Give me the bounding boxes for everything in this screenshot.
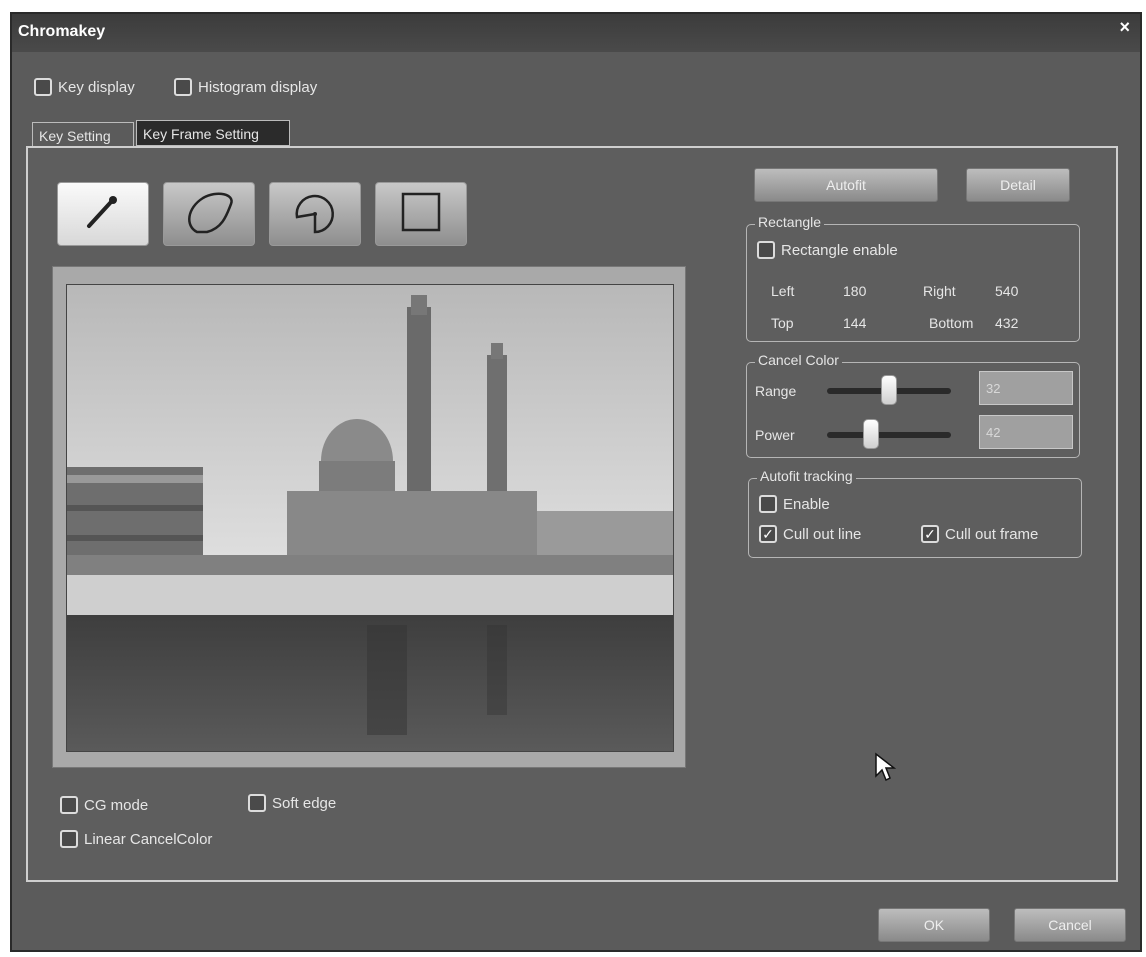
key-display-checkbox[interactable]: Key display: [34, 78, 135, 96]
rectangle-enable-box[interactable]: [757, 241, 775, 259]
linear-cancel-color-checkbox[interactable]: Linear CancelColor: [60, 830, 212, 848]
bottom-value: 432: [995, 315, 1019, 331]
freehand-region-tool-button[interactable]: [163, 182, 255, 246]
cull-out-line-box[interactable]: ✓: [759, 525, 777, 543]
cancel-color-title: Cancel Color: [755, 352, 842, 368]
tab-key-setting[interactable]: Key Setting: [32, 122, 134, 148]
linear-cancel-color-label: Linear CancelColor: [84, 830, 213, 848]
window-title: Chromakey: [18, 23, 106, 40]
linear-cancel-color-box[interactable]: [60, 830, 78, 848]
key-display-label: Key display: [58, 78, 135, 96]
rectangle-enable-label: Rectangle enable: [781, 241, 898, 259]
rectangle-enable-checkbox[interactable]: Rectangle enable: [757, 241, 898, 259]
soft-edge-box[interactable]: [248, 794, 266, 812]
range-value-field[interactable]: 32: [979, 371, 1073, 405]
rectangle-group: Rectangle Rectangle enable Left 180 Righ…: [746, 214, 1080, 342]
histogram-display-box[interactable]: [174, 78, 192, 96]
close-icon[interactable]: ×: [1119, 17, 1130, 38]
tracking-enable-label: Enable: [783, 495, 830, 513]
circle-region-tool-button[interactable]: [269, 182, 361, 246]
eyedropper-icon: [83, 192, 123, 237]
cg-mode-checkbox[interactable]: CG mode: [60, 796, 148, 814]
ok-button[interactable]: OK: [878, 908, 990, 942]
cancel-button[interactable]: Cancel: [1014, 908, 1126, 942]
rectangle-region-icon: [397, 188, 445, 241]
soft-edge-checkbox[interactable]: Soft edge: [248, 794, 336, 812]
top-value: 144: [843, 315, 867, 331]
autofit-button[interactable]: Autofit: [754, 168, 938, 202]
cull-out-line-checkbox[interactable]: ✓ Cull out line: [759, 525, 861, 543]
tracking-enable-box[interactable]: [759, 495, 777, 513]
cull-out-frame-checkbox[interactable]: ✓ Cull out frame: [921, 525, 1038, 543]
eyedropper-tool-button[interactable]: [57, 182, 149, 246]
cull-out-frame-box[interactable]: ✓: [921, 525, 939, 543]
preview-image[interactable]: [66, 284, 674, 752]
left-label: Left: [771, 283, 795, 299]
key-display-box[interactable]: [34, 78, 52, 96]
autofit-tracking-title: Autofit tracking: [757, 468, 856, 484]
histogram-display-label: Histogram display: [198, 78, 318, 96]
rectangle-title: Rectangle: [755, 214, 825, 230]
power-value-field[interactable]: 42: [979, 415, 1073, 449]
range-slider-thumb[interactable]: [881, 375, 897, 405]
cancel-color-group: Cancel Color Range 32 Power 42: [746, 352, 1080, 458]
power-label: Power: [755, 427, 795, 443]
power-slider-track[interactable]: [827, 432, 951, 438]
power-slider-thumb[interactable]: [863, 419, 879, 449]
left-value: 180: [843, 283, 867, 299]
freehand-region-icon: [179, 188, 239, 241]
rectangle-region-tool-button[interactable]: [375, 182, 467, 246]
soft-edge-label: Soft edge: [272, 794, 337, 812]
cg-mode-label: CG mode: [84, 796, 149, 814]
range-label: Range: [755, 383, 797, 399]
right-value: 540: [995, 283, 1019, 299]
histogram-display-checkbox[interactable]: Histogram display: [174, 78, 317, 96]
tracking-enable-checkbox[interactable]: Enable: [759, 495, 830, 513]
circle-region-icon: [287, 187, 343, 242]
title-bar: Chromakey ×: [12, 14, 1140, 52]
detail-button[interactable]: Detail: [966, 168, 1070, 202]
bottom-label: Bottom: [929, 315, 974, 331]
top-label: Top: [771, 315, 794, 331]
tab-key-frame-setting[interactable]: Key Frame Setting: [136, 120, 290, 146]
cull-out-frame-label: Cull out frame: [945, 525, 1039, 543]
right-label: Right: [923, 283, 956, 299]
mouse-pointer-icon: [874, 752, 897, 789]
cull-out-line-label: Cull out line: [783, 525, 862, 543]
autofit-tracking-group: Autofit tracking Enable ✓ Cull out line …: [748, 468, 1082, 558]
cg-mode-box[interactable]: [60, 796, 78, 814]
